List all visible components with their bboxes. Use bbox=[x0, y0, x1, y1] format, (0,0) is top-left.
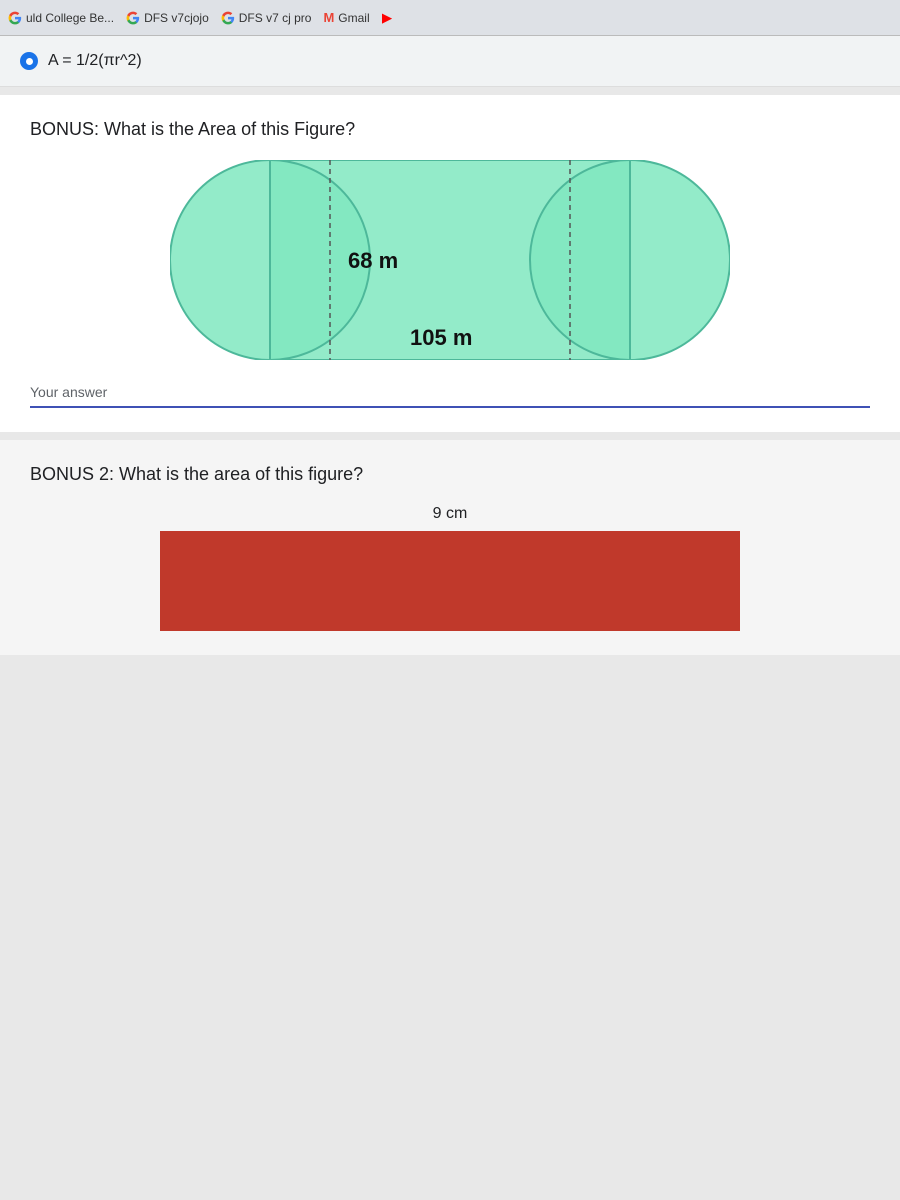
tab-college[interactable]: uld College Be... bbox=[8, 11, 114, 25]
google-icon-3 bbox=[221, 11, 235, 25]
tab-gmail[interactable]: M Gmail bbox=[323, 10, 369, 25]
radio-option-label: A = 1/2(πr^2) bbox=[48, 52, 142, 70]
red-rectangle bbox=[160, 531, 740, 631]
bonus2-figure-container: 9 cm bbox=[30, 505, 870, 631]
bonus1-card: BONUS: What is the Area of this Figure? … bbox=[0, 95, 900, 432]
gmail-icon: M bbox=[323, 10, 334, 25]
youtube-icon: ▶ bbox=[382, 10, 392, 26]
tab-dfs2-label: DFS v7 cj pro bbox=[239, 11, 312, 25]
bonus2-title: BONUS 2: What is the area of this figure… bbox=[30, 464, 870, 485]
svg-text:68 m: 68 m bbox=[348, 248, 398, 273]
tab-dfs2[interactable]: DFS v7 cj pro bbox=[221, 11, 312, 25]
stadium-shape: 68 m 105 m bbox=[170, 160, 730, 360]
radio-option-section: A = 1/2(πr^2) bbox=[0, 36, 900, 87]
tab-gmail-label: Gmail bbox=[338, 11, 369, 25]
bonus1-figure-container: 68 m 105 m bbox=[30, 160, 870, 360]
google-icon-2 bbox=[126, 11, 140, 25]
tab-youtube[interactable]: ▶ bbox=[382, 10, 392, 26]
svg-text:105 m: 105 m bbox=[410, 325, 472, 350]
tab-dfs1-label: DFS v7cjojo bbox=[144, 11, 209, 25]
radio-selected[interactable] bbox=[20, 52, 38, 70]
answer-section[interactable]: Your answer bbox=[30, 384, 870, 408]
bonus1-title: BONUS: What is the Area of this Figure? bbox=[30, 119, 870, 140]
tab-college-label: uld College Be... bbox=[26, 11, 114, 25]
tab-dfs1[interactable]: DFS v7cjojo bbox=[126, 11, 209, 25]
answer-label: Your answer bbox=[30, 384, 107, 400]
bonus2-card: BONUS 2: What is the area of this figure… bbox=[0, 440, 900, 655]
nine-cm-label: 9 cm bbox=[160, 505, 740, 523]
tab-bar: uld College Be... DFS v7cjojo DFS v7 cj … bbox=[0, 0, 900, 36]
google-icon-1 bbox=[8, 11, 22, 25]
